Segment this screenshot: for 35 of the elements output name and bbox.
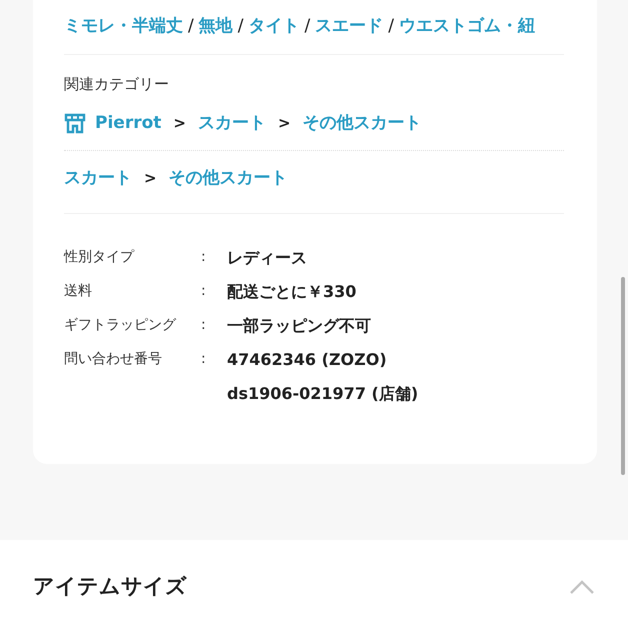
category-link[interactable]: その他スカート <box>168 166 288 189</box>
chevron-icon[interactable] <box>570 580 594 594</box>
shop-link[interactable]: Pierrot <box>64 112 162 134</box>
spec-label: 送料 <box>64 282 93 301</box>
separator: / <box>238 16 244 36</box>
category-link[interactable]: スカート <box>198 111 266 134</box>
separator: / <box>304 16 310 36</box>
category-link[interactable]: スカート <box>64 166 132 189</box>
tag-link[interactable]: タイト <box>248 14 300 37</box>
tag-link[interactable]: ウエストゴム・紐 <box>398 14 535 37</box>
shop-icon <box>64 112 86 134</box>
colon: : <box>201 316 207 335</box>
spec-label: ギフトラッピング <box>64 316 178 335</box>
spec-label: 性別タイプ <box>64 248 136 267</box>
category-link[interactable]: その他スカート <box>302 111 422 134</box>
spec-value: 一部ラッピング不可 <box>227 315 371 337</box>
spec-value: 47462346 (ZOZO) <box>227 349 388 371</box>
spec-value: 配送ごとに￥330 <box>227 281 356 303</box>
tag-link[interactable]: ミモレ・半端丈 <box>64 14 183 37</box>
spec-label: 問い合わせ番号 <box>64 350 163 369</box>
section-heading: 関連カテゴリー <box>64 75 170 94</box>
spec-value: レディース <box>227 247 307 269</box>
tag-link[interactable]: スエード <box>315 14 384 37</box>
tag-link[interactable]: 無地 <box>198 14 233 37</box>
separator: > <box>144 168 157 186</box>
separator: > <box>278 114 291 132</box>
separator: / <box>188 16 194 36</box>
scrollbar[interactable] <box>621 277 625 475</box>
separator: > <box>173 114 186 132</box>
section-title: アイテムサイズ <box>33 573 187 600</box>
separator: / <box>388 16 394 36</box>
colon: : <box>201 282 207 301</box>
colon: : <box>201 350 207 369</box>
colon: : <box>201 248 207 267</box>
spec-value: ds1906-021977 (店舗) <box>227 383 418 405</box>
